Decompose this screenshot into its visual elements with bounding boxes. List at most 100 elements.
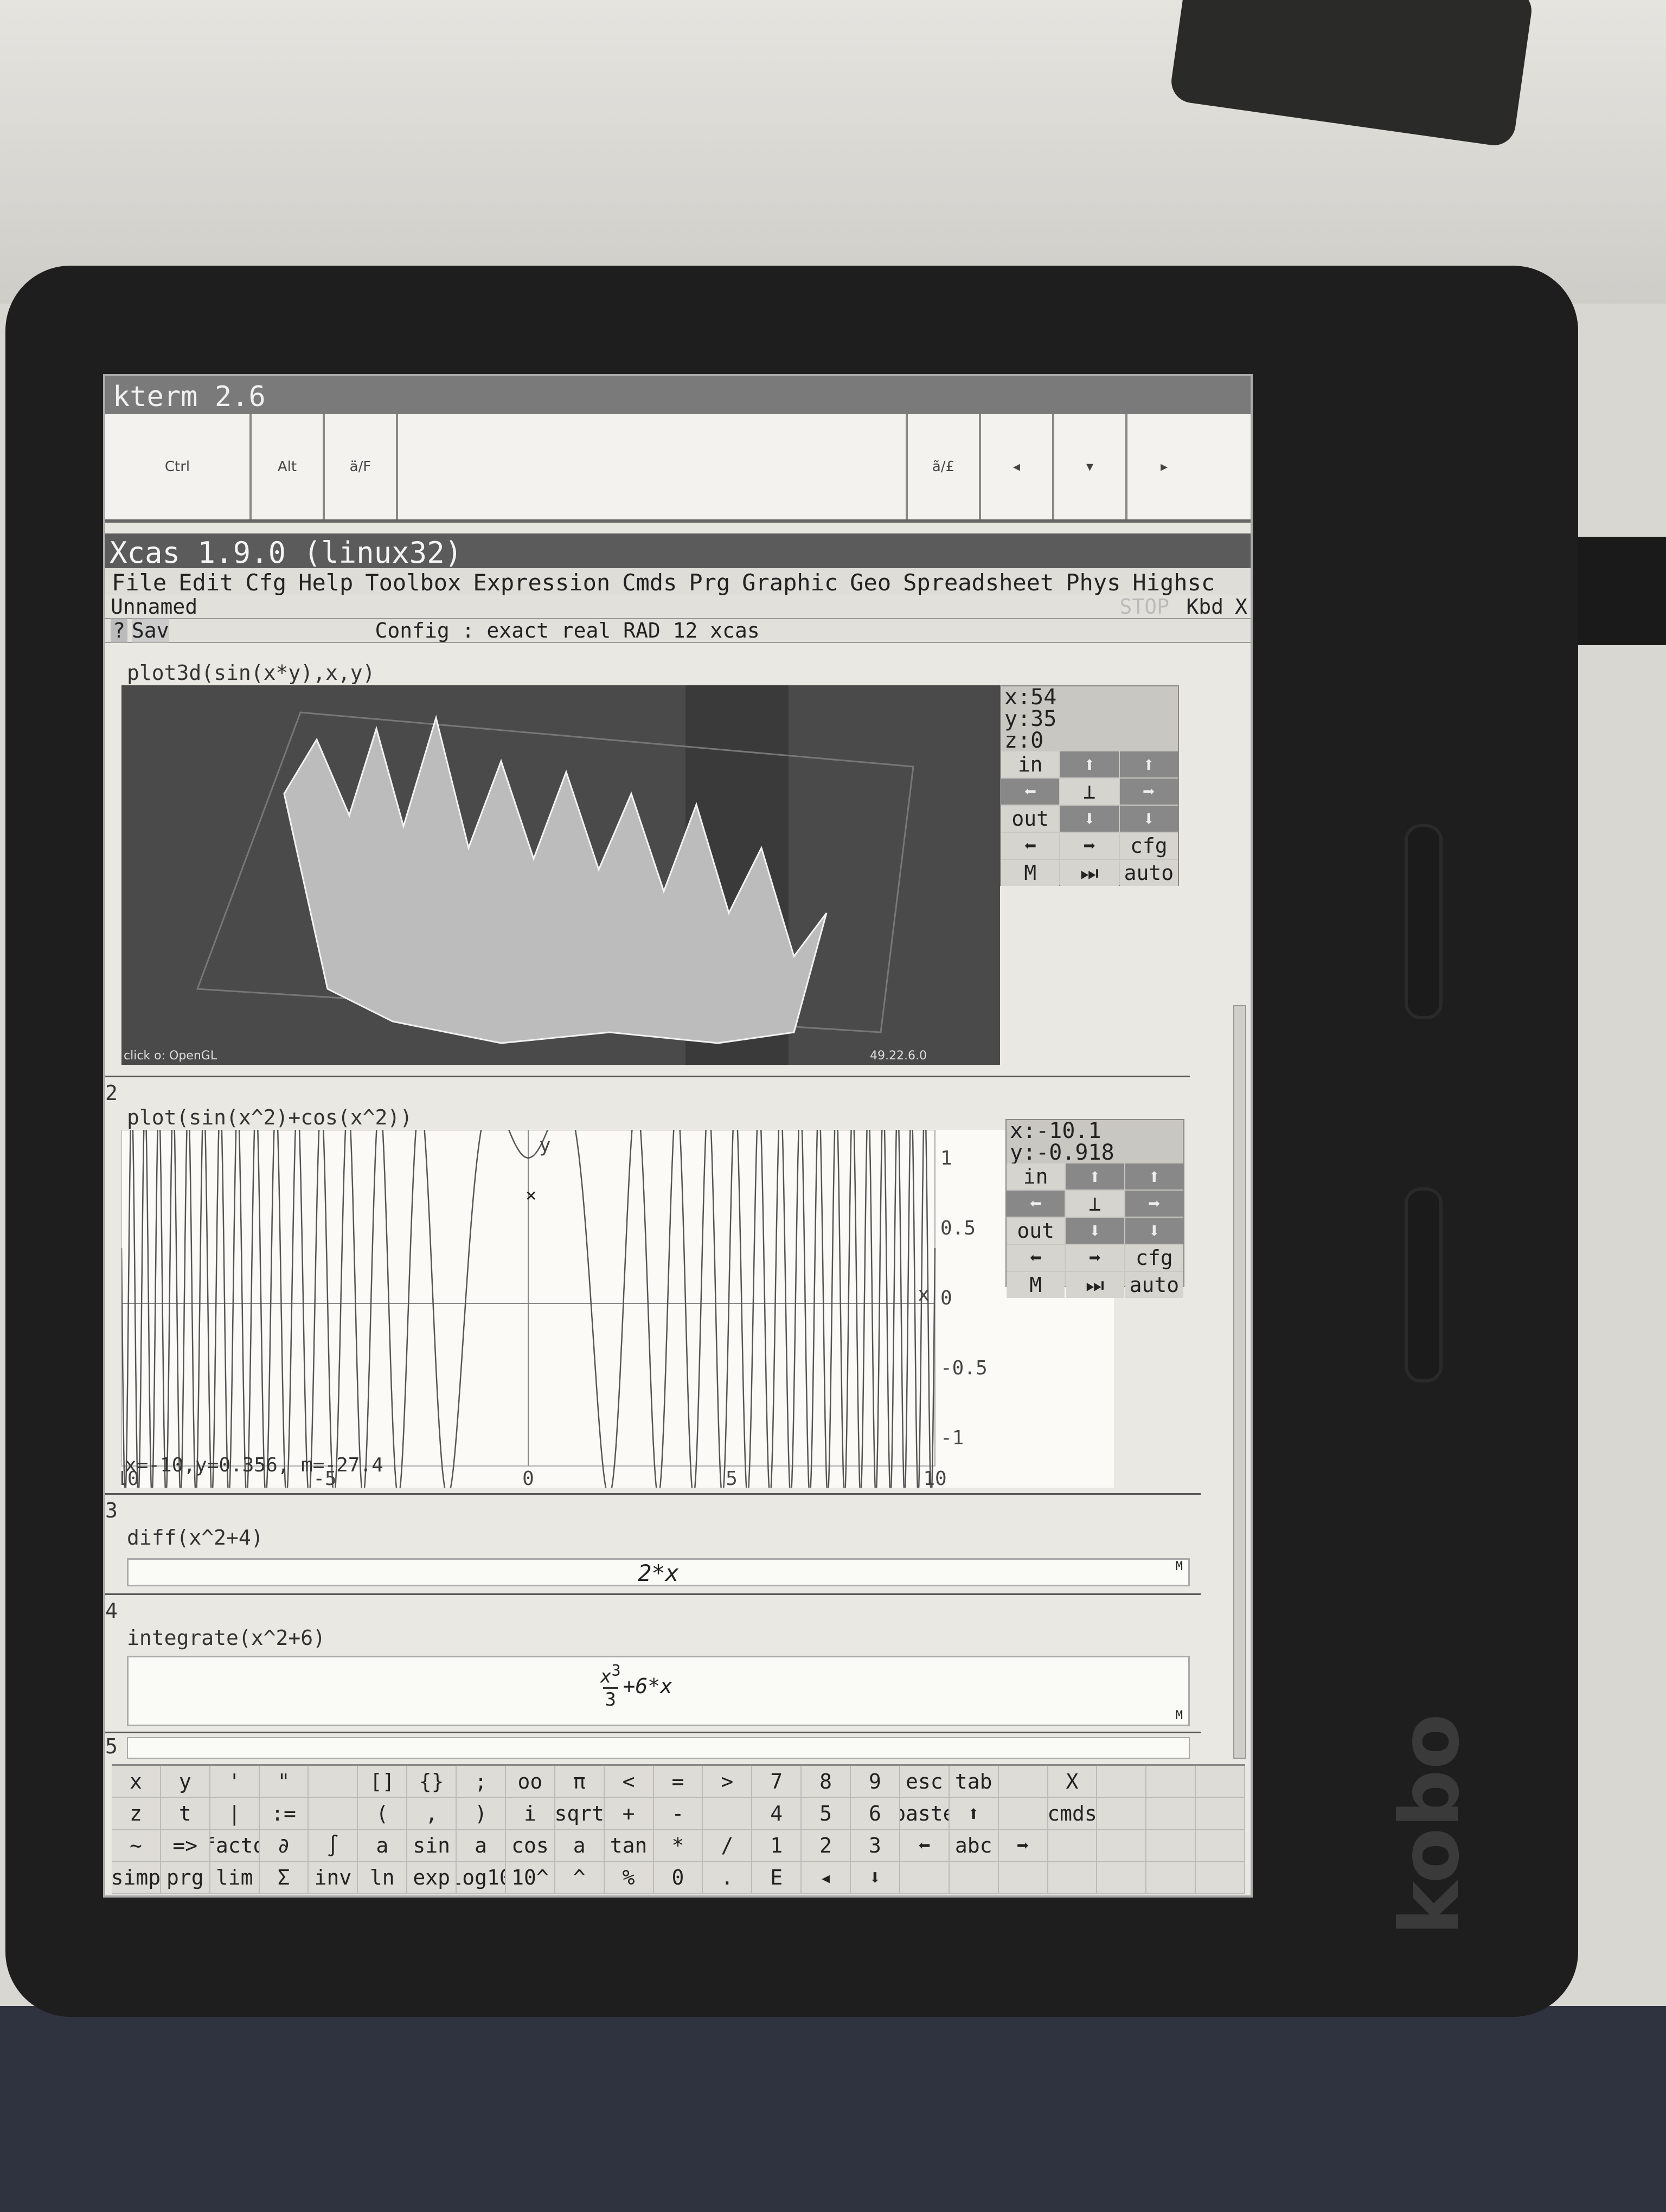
key-button[interactable]: sqrt <box>555 1798 605 1830</box>
key-button[interactable]: cos <box>505 1830 555 1862</box>
up-arrow-icon[interactable]: ⬆ <box>1119 751 1178 777</box>
key-button[interactable]: X <box>1048 1766 1098 1798</box>
down-arrow-icon[interactable]: ⬇ <box>1119 806 1178 832</box>
right-arrow-icon[interactable]: ➡ <box>1119 779 1178 805</box>
save-button[interactable]: Sav <box>131 619 169 642</box>
key-button[interactable]: - <box>653 1798 703 1830</box>
key-button[interactable]: 10^ <box>505 1862 555 1894</box>
menu-highschool[interactable]: Highsc <box>1132 569 1215 596</box>
key-button[interactable]: facto <box>210 1830 260 1862</box>
key-button[interactable]: ∫ <box>309 1830 358 1862</box>
key-button[interactable]: exp <box>407 1862 457 1894</box>
key-button[interactable]: := <box>259 1798 309 1830</box>
key-button[interactable]: a <box>457 1830 506 1862</box>
cfg-button[interactable]: cfg <box>1125 1245 1183 1271</box>
key-button[interactable]: ~ <box>112 1830 161 1862</box>
up-arrow-icon[interactable]: ⬆ <box>1125 1163 1183 1189</box>
menu-m-button[interactable]: M <box>1001 860 1060 886</box>
key-button[interactable]: {} <box>407 1766 457 1798</box>
arrow-right-key[interactable]: ▸ <box>1127 414 1201 519</box>
menu-toolbox[interactable]: Toolbox <box>365 569 461 596</box>
key-button[interactable]: a <box>358 1830 408 1862</box>
help-button[interactable]: ? <box>111 619 127 642</box>
key-button[interactable]: 0 <box>653 1862 703 1894</box>
menu-m-button[interactable]: M <box>1007 1272 1065 1298</box>
stop-button[interactable]: STOP <box>1119 595 1169 619</box>
key-button[interactable]: => <box>161 1830 210 1862</box>
level1-command[interactable]: plot3d(sin(x*y),x,y) <box>127 661 375 685</box>
right-arrow-icon[interactable]: ➡ <box>1060 833 1119 859</box>
key-button[interactable]: ∂ <box>259 1830 309 1862</box>
menu-spreadsheet[interactable]: Spreadsheet <box>903 569 1054 596</box>
auto-button[interactable]: auto <box>1119 860 1178 886</box>
result-menu-mark[interactable]: M <box>1176 1560 1183 1573</box>
cfg-button[interactable]: cfg <box>1119 833 1178 859</box>
key-button[interactable]: Σ <box>259 1862 309 1894</box>
key-button[interactable]: log10 <box>457 1862 506 1894</box>
key-button[interactable]: 5 <box>802 1798 851 1830</box>
result-menu-mark[interactable]: M <box>1176 1709 1183 1722</box>
key-button[interactable]: y <box>161 1766 210 1798</box>
key-button[interactable]: / <box>703 1830 753 1862</box>
arrow-left-key[interactable]: ◂ <box>981 414 1054 519</box>
play-pause-icon[interactable]: ⏭ <box>1066 1272 1124 1298</box>
down-arrow-icon[interactable]: ⬇ <box>1066 1218 1124 1244</box>
session-name[interactable]: Unnamed <box>111 595 197 619</box>
level3-result[interactable]: 2*x M <box>127 1558 1190 1586</box>
key-button[interactable]: simp <box>112 1862 161 1894</box>
key-button[interactable]: inv <box>309 1862 358 1894</box>
left-arrow-icon[interactable]: ⬅ <box>1007 1245 1065 1271</box>
key-button[interactable]: = <box>653 1766 703 1798</box>
key-button[interactable]: ➡ <box>998 1830 1048 1862</box>
key-button[interactable]: + <box>604 1798 654 1830</box>
key-button[interactable]: [] <box>358 1766 408 1798</box>
symbol-key[interactable]: ã/£ <box>908 414 981 519</box>
up-arrow-icon[interactable]: ⬆ <box>1066 1163 1124 1189</box>
down-arrow-icon[interactable]: ⬇ <box>1060 806 1119 832</box>
menu-prg[interactable]: Prg <box>689 569 730 596</box>
key-button[interactable]: 7 <box>752 1766 802 1798</box>
key-button[interactable]: 9 <box>851 1766 900 1798</box>
orthogonal-button[interactable]: ⊥ <box>1060 779 1119 805</box>
key-button[interactable]: tab <box>949 1766 999 1798</box>
key-button[interactable]: tan <box>604 1830 654 1862</box>
key-button[interactable]: ( <box>358 1798 408 1830</box>
play-pause-icon[interactable]: ⏭ <box>1060 860 1119 886</box>
key-button[interactable]: ^ <box>555 1862 605 1894</box>
menu-help[interactable]: Help <box>298 569 353 596</box>
key-button[interactable]: ⬅ <box>900 1830 950 1862</box>
key-button[interactable]: % <box>604 1862 654 1894</box>
key-button[interactable]: ⬆ <box>949 1798 999 1830</box>
key-button[interactable]: < <box>604 1766 654 1798</box>
key-button[interactable]: ; <box>457 1766 506 1798</box>
key-button[interactable]: oo <box>505 1766 555 1798</box>
key-button[interactable]: paste <box>900 1798 950 1830</box>
key-button[interactable]: | <box>210 1798 260 1830</box>
menu-edit[interactable]: Edit <box>178 569 233 596</box>
key-button[interactable]: " <box>259 1766 309 1798</box>
close-button[interactable]: X <box>1235 595 1247 619</box>
key-button[interactable]: cmds <box>1048 1798 1098 1830</box>
key-button[interactable]: 4 <box>752 1798 802 1830</box>
key-button[interactable]: abc <box>949 1830 999 1862</box>
key-button[interactable]: . <box>703 1862 753 1894</box>
right-arrow-icon[interactable]: ➡ <box>1125 1191 1183 1217</box>
right-arrow-icon[interactable]: ➡ <box>1066 1245 1124 1271</box>
key-button[interactable]: prg <box>161 1862 210 1894</box>
kbd-button[interactable]: Kbd <box>1186 595 1223 619</box>
left-arrow-icon[interactable]: ⬅ <box>1001 833 1060 859</box>
plot3d-surface[interactable]: click o: OpenGL 49.22.6.0 <box>121 685 1000 1065</box>
menu-graphic[interactable]: Graphic <box>742 569 838 596</box>
zoom-in-button[interactable]: in <box>1007 1163 1065 1189</box>
config-line[interactable]: Config : exact real RAD 12 xcas <box>375 619 760 642</box>
alt-key[interactable]: Alt <box>252 414 325 519</box>
level4-command[interactable]: integrate(x^2+6) <box>127 1626 325 1650</box>
key-button[interactable]: 2 <box>802 1830 851 1862</box>
level4-result[interactable]: x3 3 +6*x M <box>127 1656 1190 1726</box>
level5-input[interactable] <box>127 1737 1190 1759</box>
menu-phys[interactable]: Phys <box>1066 569 1120 596</box>
auto-button[interactable]: auto <box>1125 1272 1183 1298</box>
key-button[interactable]: x <box>112 1766 161 1798</box>
menu-cfg[interactable]: Cfg <box>245 569 286 596</box>
key-button[interactable]: 8 <box>802 1766 851 1798</box>
